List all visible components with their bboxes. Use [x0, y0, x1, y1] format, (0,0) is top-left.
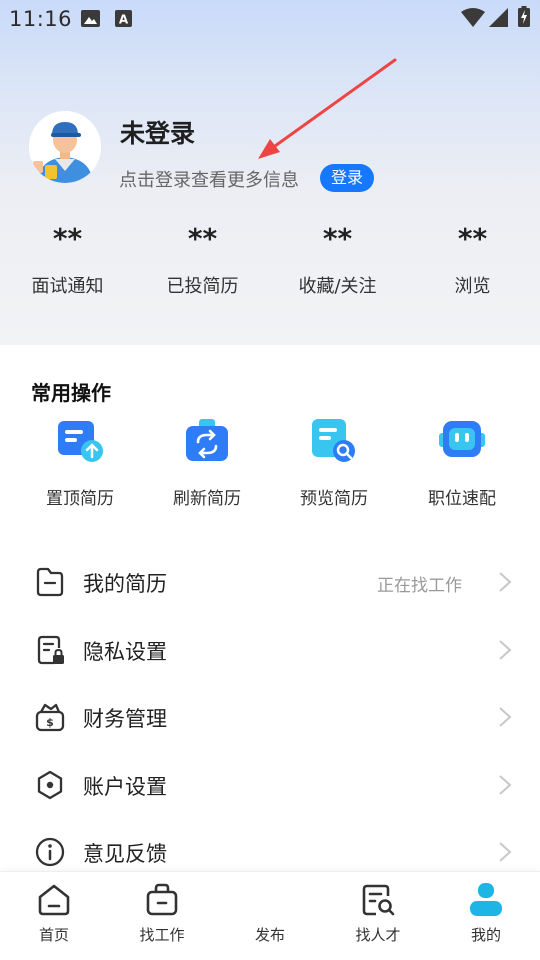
quick-action-label: 置顶简历: [46, 489, 114, 509]
tab-label: 发布: [254, 926, 285, 944]
tab-find-talent[interactable]: 找人才: [324, 872, 432, 960]
quick-action-pin-resume[interactable]: 置顶简历: [16, 415, 144, 509]
tab-label: 找人才: [355, 926, 401, 944]
resume-search-icon: [312, 419, 355, 462]
section-title-quick-actions: 常用操作: [31, 381, 111, 405]
login-hint[interactable]: 点击登录查看更多信息: [119, 166, 299, 192]
home-icon: [38, 884, 70, 916]
user-name[interactable]: 未登录: [120, 114, 195, 150]
chevron-right-icon: [499, 640, 512, 660]
menu-item-finance-management[interactable]: $ 财务管理: [0, 689, 540, 745]
text-a-icon: A: [115, 10, 132, 27]
user-icon: [470, 883, 502, 916]
avatar[interactable]: [29, 111, 101, 183]
robot-icon: [439, 421, 485, 457]
menu-item-privacy-settings[interactable]: 隐私设置: [0, 622, 540, 678]
menu-item-label: 意见反馈: [83, 842, 167, 866]
stat-submitted-resumes[interactable]: ** 已投简历: [135, 220, 270, 298]
search-doc-icon: [362, 884, 395, 916]
briefcase-icon: [146, 883, 178, 916]
menu-item-label: 财务管理: [83, 707, 167, 731]
stat-value: **: [457, 222, 488, 255]
tab-label: 首页: [38, 926, 69, 944]
hexagon-settings-icon: [37, 770, 63, 800]
battery-charging-icon: [518, 6, 530, 27]
annotation-arrow: [258, 58, 397, 159]
tab-label: 找工作: [139, 926, 185, 944]
menu-item-account-settings[interactable]: 账户设置: [0, 757, 540, 813]
login-button[interactable]: 登录: [320, 164, 374, 192]
worker-illustration: [29, 111, 101, 183]
quick-action-label: 职位速配: [428, 489, 496, 509]
image-icon: [81, 10, 100, 27]
bottom-tab-bar: 首页 找工作 发布 找人才 我的: [0, 871, 540, 960]
tab-label: 我的: [470, 926, 501, 944]
quick-action-refresh-resume[interactable]: 刷新简历: [143, 415, 271, 509]
menu-item-label: 账户设置: [83, 775, 167, 799]
stats-row: ** 面试通知 ** 已投简历 ** 收藏/关注 ** 浏览: [0, 220, 540, 310]
menu-item-label: 隐私设置: [83, 640, 167, 664]
tab-find-job[interactable]: 找工作: [108, 872, 216, 960]
chevron-right-icon: [499, 842, 512, 862]
privacy-lock-icon: [37, 635, 64, 665]
tab-home[interactable]: 首页: [0, 872, 108, 960]
stat-favorites-follows[interactable]: ** 收藏/关注: [270, 220, 405, 298]
stat-value: **: [187, 222, 218, 255]
quick-action-label: 预览简历: [300, 489, 368, 509]
chevron-right-icon: [499, 572, 512, 592]
svg-text:$: $: [46, 716, 54, 729]
status-time: 11:16: [9, 7, 73, 31]
quick-action-preview-resume[interactable]: 预览简历: [270, 415, 398, 509]
chevron-right-icon: [499, 707, 512, 727]
menu-item-my-resume[interactable]: 我的简历 正在找工作: [0, 554, 540, 610]
tab-mine[interactable]: 我的: [432, 872, 540, 960]
wifi-icon: [461, 8, 485, 27]
resume-upload-icon: [58, 421, 103, 462]
refresh-bag-icon: [186, 419, 228, 461]
chevron-right-icon: [499, 775, 512, 795]
svg-text:A: A: [119, 13, 129, 27]
folder-icon: [36, 567, 64, 597]
wallet-icon: $: [35, 703, 65, 732]
stat-label: 浏览: [454, 276, 491, 297]
menu-item-label: 我的简历: [83, 572, 167, 596]
tab-publish[interactable]: 发布: [216, 872, 324, 960]
stat-label: 面试通知: [31, 276, 104, 297]
quick-action-job-match[interactable]: 职位速配: [398, 415, 526, 509]
stat-interview-notice[interactable]: ** 面试通知: [0, 220, 135, 298]
stat-label: 已投简历: [166, 276, 239, 297]
stat-views[interactable]: ** 浏览: [405, 220, 540, 298]
job-status: 正在找工作: [377, 576, 462, 596]
quick-action-label: 刷新简历: [173, 489, 241, 509]
info-icon: [35, 837, 65, 867]
signal-icon: [489, 8, 508, 27]
stat-value: **: [52, 222, 83, 255]
stat-label: 收藏/关注: [298, 276, 377, 297]
status-bar: 11:16 A: [0, 0, 540, 36]
stat-value: **: [322, 222, 353, 255]
